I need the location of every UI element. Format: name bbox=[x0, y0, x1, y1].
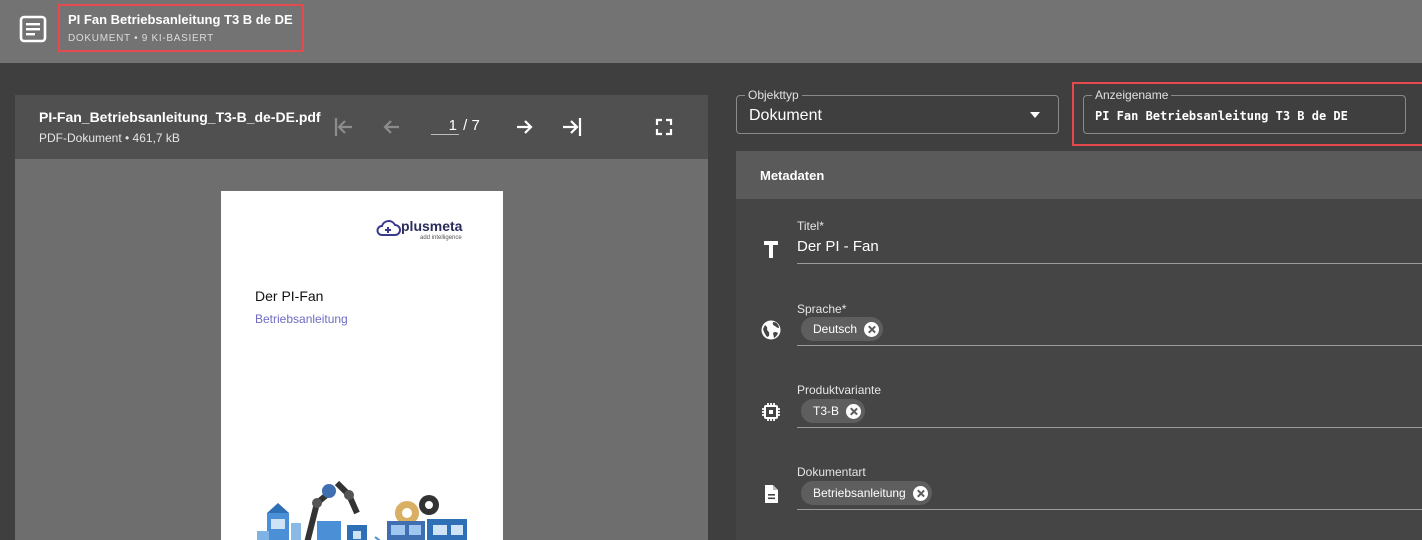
sprache-chip-label: Deutsch bbox=[813, 322, 858, 336]
produktvariante-label: Produktvariante bbox=[797, 383, 882, 397]
description-icon bbox=[765, 485, 778, 503]
next-page-icon[interactable] bbox=[511, 114, 537, 140]
pdf-filemeta: PDF-Dokument • 461,7 kB bbox=[39, 131, 180, 145]
object-subtitle: DOKUMENT • 9 KI-BASIERT bbox=[68, 33, 214, 44]
preview-subtitle: Betriebsanleitung bbox=[255, 312, 348, 326]
pdf-viewer-toolbar: PI-Fan_Betriebsanleitung_T3-B_de-DE.pdf … bbox=[15, 95, 708, 159]
object-title: PI Fan Betriebsanleitung T3 B de DE bbox=[68, 12, 293, 27]
chip-icon bbox=[762, 403, 780, 421]
logo-tagline: add intelligence bbox=[420, 235, 462, 241]
previous-page-icon[interactable] bbox=[379, 114, 405, 140]
logo-word: plusmeta bbox=[401, 218, 463, 234]
metadata-heading: Metadaten bbox=[760, 168, 825, 183]
remove-chip-icon[interactable] bbox=[864, 321, 880, 337]
dokumentart-field[interactable]: Dokumentart Betriebsanleitung bbox=[736, 431, 1422, 513]
pdf-viewer: PI-Fan_Betriebsanleitung_T3-B_de-DE.pdf … bbox=[15, 95, 708, 540]
dokumentart-underline bbox=[797, 509, 1422, 510]
anzeigename-input[interactable]: Anzeigename PI Fan Betriebsanleitung T3 … bbox=[1083, 88, 1406, 134]
first-page-icon[interactable] bbox=[331, 114, 357, 140]
dokumentart-chip[interactable]: Betriebsanleitung bbox=[801, 481, 932, 505]
page-total: / 7 bbox=[463, 117, 480, 134]
titel-label: Titel* bbox=[797, 219, 824, 233]
anzeigename-label: Anzeigename bbox=[1092, 88, 1172, 102]
objekttyp-label: Objekttyp bbox=[745, 88, 802, 102]
pdf-filename: PI-Fan_Betriebsanleitung_T3-B_de-DE.pdf bbox=[39, 109, 321, 125]
page-indicator: 1 / 7 bbox=[431, 117, 480, 135]
top-bar: PI Fan Betriebsanleitung T3 B de DE DOKU… bbox=[0, 0, 1422, 63]
objekttyp-select[interactable]: Objekttyp Dokument bbox=[736, 88, 1059, 134]
objekttyp-value: Dokument bbox=[749, 107, 822, 124]
remove-chip-icon[interactable] bbox=[846, 403, 862, 419]
last-page-icon[interactable] bbox=[559, 114, 585, 140]
sprache-chip[interactable]: Deutsch bbox=[801, 317, 884, 341]
sprache-underline bbox=[797, 345, 1422, 346]
factory-illustration bbox=[257, 480, 467, 540]
produktvariante-field[interactable]: Produktvariante T3-B bbox=[736, 349, 1422, 431]
sprache-label: Sprache* bbox=[797, 302, 847, 316]
cloud-plus-icon bbox=[376, 220, 401, 236]
page-number-input[interactable]: 1 bbox=[431, 117, 459, 135]
produktvariante-underline bbox=[797, 427, 1422, 428]
dokumentart-chip-label: Betriebsanleitung bbox=[813, 486, 906, 500]
globe-icon bbox=[761, 320, 781, 340]
remove-chip-icon[interactable] bbox=[912, 485, 928, 501]
sprache-field[interactable]: Sprache* Deutsch bbox=[736, 269, 1422, 349]
titel-value[interactable]: Der PI - Fan bbox=[797, 238, 879, 255]
pdf-page-preview: plusmeta add intelligence Der PI-Fan Bet… bbox=[221, 191, 503, 540]
titel-underline bbox=[797, 263, 1422, 264]
text-format-icon bbox=[764, 241, 778, 258]
metadata-panel-header[interactable]: Metadaten bbox=[736, 151, 1422, 199]
metadata-panel: Titel* Der PI - Fan Sprache* Deutsch Pro… bbox=[736, 199, 1422, 540]
fullscreen-icon[interactable] bbox=[655, 118, 673, 136]
preview-title: Der PI-Fan bbox=[255, 288, 324, 304]
anzeigename-value: PI Fan Betriebsanleitung T3 B de DE bbox=[1095, 109, 1348, 123]
produktvariante-chip-label: T3-B bbox=[813, 404, 840, 418]
plusmeta-logo: plusmeta add intelligence bbox=[376, 218, 466, 254]
titel-field[interactable]: Titel* Der PI - Fan bbox=[736, 199, 1422, 269]
dropdown-caret-icon bbox=[1030, 112, 1040, 118]
document-icon bbox=[19, 15, 47, 43]
dokumentart-label: Dokumentart bbox=[797, 465, 866, 479]
produktvariante-chip[interactable]: T3-B bbox=[801, 399, 866, 423]
object-title-block: PI Fan Betriebsanleitung T3 B de DE DOKU… bbox=[58, 4, 304, 52]
